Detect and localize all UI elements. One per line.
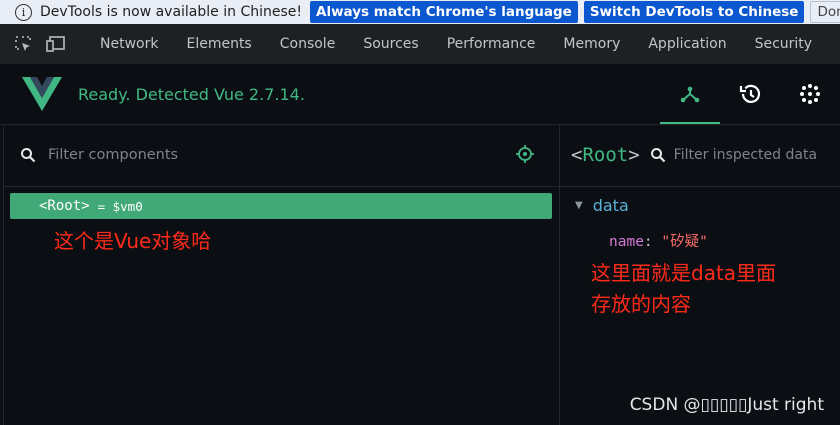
tab-application[interactable]: Application	[634, 24, 740, 64]
plugins-tab-button[interactable]	[780, 64, 840, 124]
data-property-row[interactable]: name: "矽疑"	[609, 230, 708, 251]
inspected-component-title: <Root>	[571, 144, 640, 166]
inspector-search-icon	[650, 148, 665, 163]
data-section-toggle[interactable]: ▼ data	[575, 196, 629, 215]
property-value: "矽疑"	[661, 234, 708, 250]
tab-performance[interactable]: Performance	[433, 24, 550, 64]
tree-item-root[interactable]: <Root> = $vm0	[10, 193, 552, 219]
property-key: name	[609, 234, 644, 250]
root-instance-var: = $vm0	[97, 198, 143, 214]
vue-devtools-header: Ready. Detected Vue 2.7.14.	[0, 64, 840, 125]
devtools-tabbar: Network Elements Console Sources Perform…	[0, 24, 840, 65]
info-icon: i	[15, 3, 32, 21]
csdn-watermark: CSDN @▯▯▯▯▯Just right	[629, 395, 824, 415]
tab-elements[interactable]: Elements	[172, 24, 265, 64]
tab-sources[interactable]: Sources	[349, 24, 432, 64]
switch-language-button[interactable]: Switch DevTools to Chinese	[583, 1, 805, 23]
dots-grid-icon	[800, 84, 820, 104]
search-icon	[21, 148, 36, 163]
tab-network[interactable]: Network	[86, 24, 172, 64]
timeline-tab-button[interactable]	[720, 64, 780, 124]
history-icon	[739, 84, 761, 103]
tab-console[interactable]: Console	[266, 24, 350, 64]
tab-vue[interactable]: V	[826, 24, 840, 64]
filter-components-input[interactable]	[46, 146, 450, 164]
annotation-data-line2: 存放的内容	[591, 292, 691, 316]
select-component-target-icon[interactable]	[515, 144, 535, 164]
annotation-data-line1: 这里面就是data里面	[591, 261, 777, 285]
root-tag: <Root>	[39, 198, 90, 214]
component-tree-icon	[680, 86, 700, 103]
tab-security[interactable]: Security	[741, 24, 827, 64]
data-section-label: data	[592, 196, 629, 215]
inspector-pane: <Root> ▼ data name: "矽疑" 这里面就是data里面 存放的…	[559, 124, 840, 425]
dont-show-button[interactable]: Don't show ag	[810, 1, 840, 23]
components-tab-button[interactable]	[660, 64, 720, 124]
annotation-vue-object: 这个是Vue对象哈	[54, 229, 212, 253]
language-infobar: i DevTools is now available in Chinese! …	[0, 0, 840, 24]
infobar-message: DevTools is now available in Chinese!	[40, 4, 302, 20]
component-filter-row	[4, 124, 559, 187]
caret-down-icon: ▼	[575, 200, 583, 211]
tab-memory[interactable]: Memory	[549, 24, 634, 64]
match-language-button[interactable]: Always match Chrome's language	[310, 1, 578, 23]
vue-logo-icon	[22, 77, 62, 111]
device-toolbar-icon[interactable]	[46, 34, 66, 54]
inspector-header: <Root>	[559, 124, 840, 187]
inspect-element-icon[interactable]	[14, 34, 32, 54]
property-colon: :	[643, 234, 653, 250]
filter-inspected-data-input[interactable]	[671, 146, 826, 164]
component-tree-pane: <Root> = $vm0 这个是Vue对象哈	[3, 124, 560, 425]
vue-status: Ready. Detected Vue 2.7.14.	[78, 84, 305, 104]
